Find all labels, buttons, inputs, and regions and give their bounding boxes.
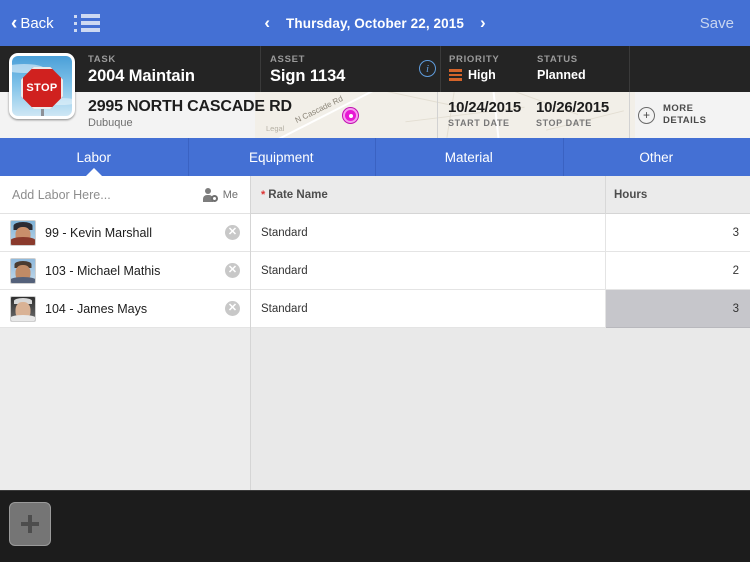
stop-sign-photo: STOP — [12, 56, 72, 116]
stop-date-value: 10/26/2015 — [536, 99, 609, 116]
chevron-left-icon: ‹ — [11, 14, 17, 33]
column-header-rate-name: * Rate Name — [261, 189, 328, 201]
me-button[interactable]: Me — [203, 188, 238, 202]
stop-sign-icon: STOP — [21, 67, 63, 109]
labor-hours-cell[interactable]: 3 — [606, 214, 750, 252]
stop-date-field: 10/26/2015 STOP DATE — [536, 92, 609, 138]
app-screen: ‹ Back ‹ Thursday, October 22, 2015 › Sa… — [0, 0, 750, 562]
me-label: Me — [223, 189, 238, 201]
labor-rate-cell[interactable]: Standard — [251, 290, 605, 328]
labor-table: Add Labor Here... Me * Rate Name Hours — [0, 176, 750, 490]
empty-area-left — [0, 328, 250, 490]
table-row[interactable]: 99 - Kevin Marshall ✕ Standard 3 — [0, 214, 750, 252]
remove-circle-icon[interactable]: ✕ — [225, 263, 240, 278]
column-header-hours: Hours — [614, 189, 647, 201]
asset-label: ASSET — [270, 54, 345, 65]
priority-value: High — [468, 68, 496, 82]
save-button[interactable]: Save — [700, 15, 734, 32]
more-details-label-line1: MORE — [663, 103, 706, 115]
labor-person-name: 104 - James Mays — [45, 302, 225, 316]
labor-person-cell[interactable]: 103 - Michael Mathis ✕ — [0, 252, 250, 290]
task-value: 2004 Maintain — [88, 67, 195, 86]
stop-sign-text: STOP — [26, 82, 57, 94]
asset-value: Sign 1134 — [270, 67, 345, 86]
task-header: N Cascade Rd Legal STOP TASK 2004 Mainta… — [0, 46, 750, 138]
table-header-row: Add Labor Here... Me * Rate Name Hours — [0, 176, 750, 214]
top-navigation-bar: ‹ Back ‹ Thursday, October 22, 2015 › Sa… — [0, 0, 750, 46]
plus-circle-icon: + — [638, 107, 655, 124]
current-date-label: Thursday, October 22, 2015 — [286, 16, 464, 31]
status-value: Planned — [537, 68, 586, 82]
avatar — [10, 258, 36, 284]
tab-material[interactable]: Material — [375, 138, 563, 176]
table-body: 99 - Kevin Marshall ✕ Standard 3 — [0, 214, 750, 328]
info-icon[interactable]: i — [419, 60, 436, 77]
tab-material-label: Material — [445, 150, 493, 165]
labor-person-cell[interactable]: 104 - James Mays ✕ — [0, 290, 250, 328]
date-navigator: ‹ Thursday, October 22, 2015 › — [205, 13, 545, 33]
address-line1: 2995 NORTH CASCADE RD — [88, 98, 292, 116]
user-gear-icon — [203, 188, 218, 202]
tab-other-label: Other — [639, 150, 673, 165]
tab-labor-label: Labor — [76, 150, 111, 165]
stop-date-label: STOP DATE — [536, 118, 609, 128]
priority-field: PRIORITY High — [449, 46, 499, 92]
next-day-button[interactable]: › — [480, 13, 486, 33]
more-details-button[interactable]: + MORE DETAILS — [638, 92, 706, 138]
priority-label: PRIORITY — [449, 54, 499, 65]
remove-circle-icon[interactable]: ✕ — [225, 225, 240, 240]
column-header-rate-name-label: Rate Name — [268, 189, 327, 201]
labor-person-cell[interactable]: 99 - Kevin Marshall ✕ — [0, 214, 250, 252]
labor-hours-cell[interactable]: 3 — [606, 290, 750, 328]
labor-rate-cell[interactable]: Standard — [251, 252, 605, 290]
tab-other[interactable]: Other — [563, 138, 750, 176]
labor-hours-value: 2 — [733, 265, 739, 277]
tab-equipment[interactable]: Equipment — [188, 138, 376, 176]
labor-person-name: 103 - Michael Mathis — [45, 264, 225, 278]
asset-field: ASSET Sign 1134 — [270, 46, 345, 92]
status-label: STATUS — [537, 54, 586, 65]
asset-thumbnail[interactable]: STOP — [9, 53, 75, 119]
avatar — [10, 220, 36, 246]
tab-labor[interactable]: Labor — [0, 138, 188, 176]
map-location-pin-icon — [343, 108, 358, 123]
back-button-label: Back — [20, 15, 53, 32]
priority-bars-icon — [449, 69, 462, 81]
previous-day-button[interactable]: ‹ — [264, 13, 270, 33]
avatar — [10, 296, 36, 322]
column-divider — [250, 176, 251, 490]
address-line2: Dubuque — [88, 117, 292, 129]
tab-equipment-label: Equipment — [249, 150, 314, 165]
bottom-toolbar — [0, 490, 750, 562]
table-row[interactable]: 104 - James Mays ✕ Standard 3 — [0, 290, 750, 328]
remove-circle-icon[interactable]: ✕ — [225, 301, 240, 316]
back-button[interactable]: ‹ Back — [11, 14, 54, 33]
start-date-field: 10/24/2015 START DATE — [448, 92, 521, 138]
start-date-label: START DATE — [448, 118, 521, 128]
labor-hours-value: 3 — [733, 303, 739, 315]
more-details-label-line2: DETAILS — [663, 115, 706, 127]
labor-rate-value: Standard — [261, 265, 308, 277]
start-date-value: 10/24/2015 — [448, 99, 521, 116]
labor-rate-cell[interactable]: Standard — [251, 214, 605, 252]
labor-person-name: 99 - Kevin Marshall — [45, 226, 225, 240]
address-block: 2995 NORTH CASCADE RD Dubuque — [88, 98, 292, 129]
status-field: STATUS Planned — [537, 46, 586, 92]
table-row[interactable]: 103 - Michael Mathis ✕ Standard 2 — [0, 252, 750, 290]
task-label: TASK — [88, 54, 195, 65]
labor-rate-value: Standard — [261, 227, 308, 239]
add-button[interactable] — [9, 502, 51, 546]
task-field: TASK 2004 Maintain — [88, 46, 195, 92]
labor-rate-value: Standard — [261, 303, 308, 315]
required-asterisk: * — [261, 189, 265, 201]
labor-hours-cell[interactable]: 2 — [606, 252, 750, 290]
resource-tabs: Labor Equipment Material Other — [0, 138, 750, 176]
add-labor-cell[interactable]: Add Labor Here... Me — [0, 176, 250, 214]
labor-hours-value: 3 — [733, 227, 739, 239]
empty-area-right — [251, 328, 750, 490]
table-column-headers: * Rate Name Hours — [251, 176, 750, 214]
add-labor-placeholder: Add Labor Here... — [12, 188, 203, 202]
list-menu-icon[interactable] — [74, 14, 100, 32]
